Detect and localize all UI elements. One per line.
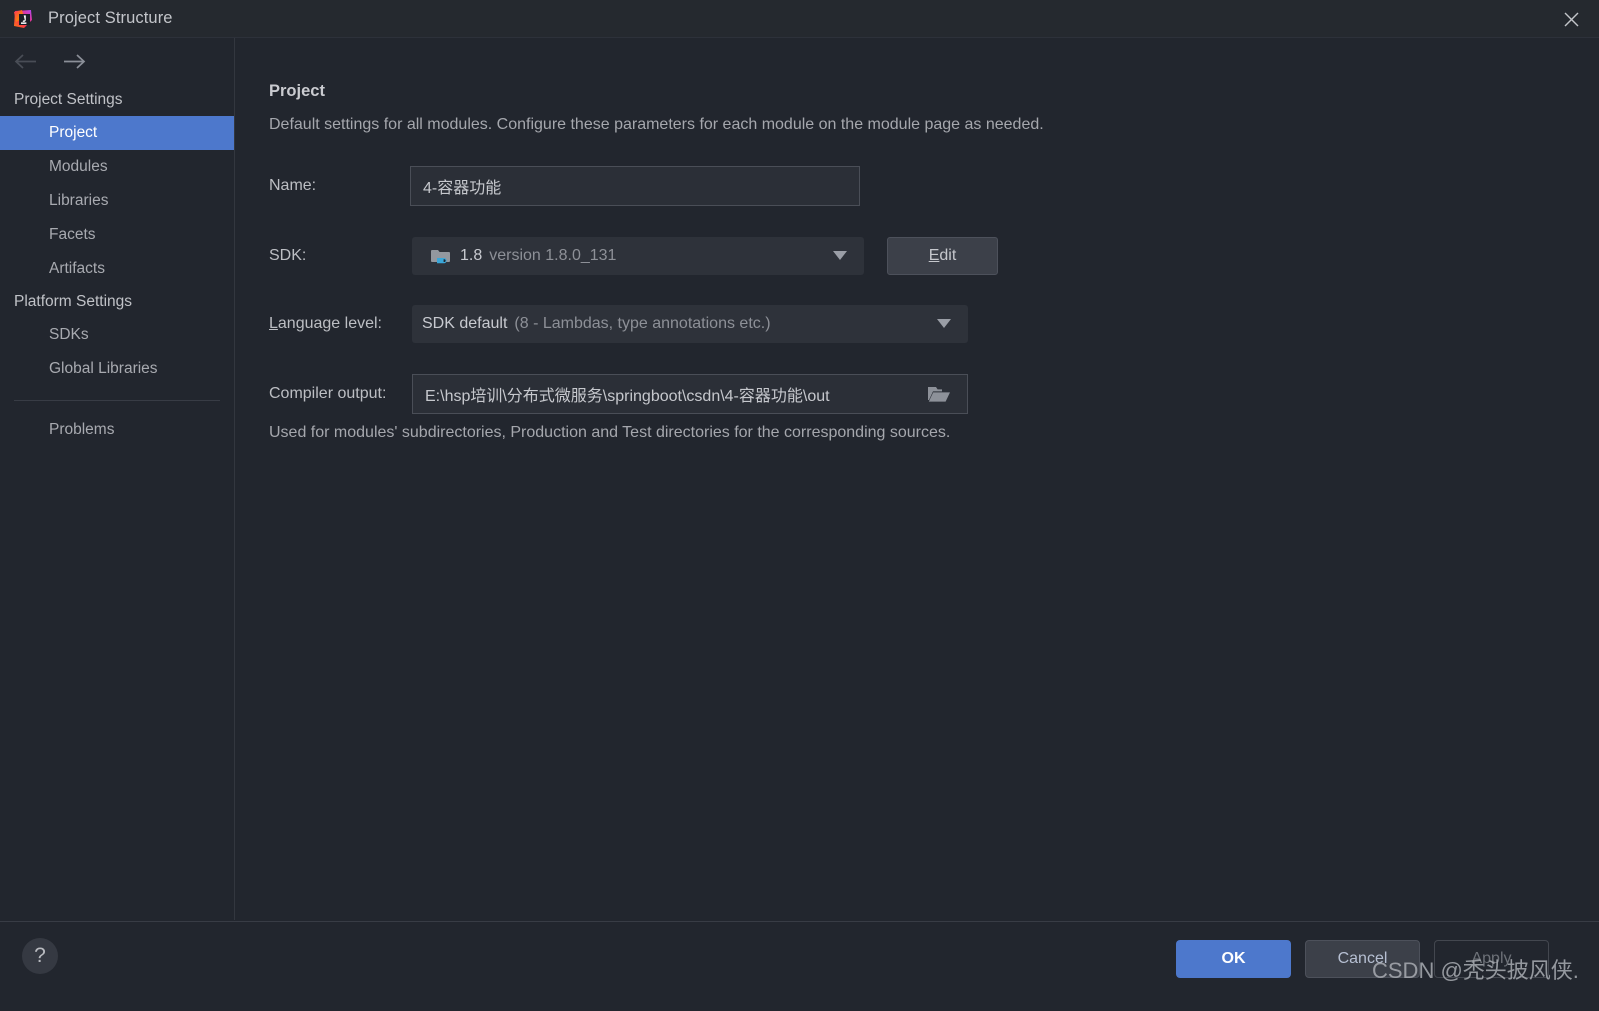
apply-button: Apply — [1434, 940, 1549, 978]
compiler-output-label: Compiler output: — [269, 385, 412, 403]
sidebar-item-problems[interactable]: Problems — [0, 413, 234, 447]
close-icon[interactable] — [1543, 0, 1599, 38]
sidebar-item-project[interactable]: Project — [0, 116, 234, 150]
main-panel: Project Default settings for all modules… — [236, 38, 1599, 920]
page-title: Project — [269, 82, 325, 101]
compiler-output-input[interactable]: E:\hsp培训\分布式微服务\springboot\csdn\4-容器功能\o… — [412, 374, 968, 414]
language-level-label: Language level: — [269, 315, 412, 333]
sdk-value-name: 1.8 — [460, 247, 482, 265]
sdk-label: SDK: — [269, 247, 412, 265]
language-level-combobox[interactable]: SDK default (8 - Lambdas, type annotatio… — [412, 305, 968, 343]
sidebar-item-libraries[interactable]: Libraries — [0, 184, 234, 218]
sidebar-item-sdks[interactable]: SDKs — [0, 318, 234, 352]
chevron-down-icon[interactable] — [833, 247, 847, 265]
sdk-combobox[interactable]: 1.8 version 1.8.0_131 — [412, 237, 864, 275]
edit-button-mnemonic: E — [929, 247, 940, 264]
sidebar-item-artifacts[interactable]: Artifacts — [0, 252, 234, 286]
sidebar: Project Settings Project Modules Librari… — [0, 38, 235, 920]
compiler-output-hint: Used for modules' subdirectories, Produc… — [269, 424, 950, 442]
folder-open-icon[interactable] — [912, 376, 966, 412]
compiler-output-value: E:\hsp培训\分布式微服务\springboot\csdn\4-容器功能\o… — [425, 382, 830, 406]
edit-button-label: dit — [939, 247, 956, 264]
language-level-value-sub: (8 - Lambdas, type annotations etc.) — [514, 315, 770, 333]
edit-sdk-button[interactable]: Edit — [887, 237, 998, 275]
chevron-down-icon[interactable] — [937, 315, 951, 333]
arrow-right-icon[interactable] — [60, 48, 88, 74]
sidebar-item-facets[interactable]: Facets — [0, 218, 234, 252]
name-row: Name: 4-容器功能 — [269, 166, 899, 206]
page-description: Default settings for all modules. Config… — [269, 116, 1044, 134]
question-mark-icon[interactable]: ? — [22, 938, 58, 974]
arrow-left-icon[interactable] — [12, 48, 40, 74]
language-level-label-rest: anguage level: — [278, 315, 382, 332]
title-bar: Project Structure — [0, 0, 1599, 38]
java-sdk-folder-icon — [431, 247, 451, 265]
sidebar-item-modules[interactable]: Modules — [0, 150, 234, 184]
sidebar-divider — [14, 400, 220, 401]
window-title: Project Structure — [48, 9, 173, 28]
intellij-idea-icon — [12, 8, 34, 30]
language-level-row: Language level: SDK default (8 - Lambdas… — [269, 304, 999, 344]
navigation-arrows — [0, 38, 234, 84]
sidebar-group-project-settings: Project Settings — [0, 84, 234, 116]
name-label: Name: — [269, 177, 410, 195]
cancel-button[interactable]: Cancel — [1305, 940, 1420, 978]
language-level-value-main: SDK default — [422, 315, 507, 333]
compiler-output-row: Compiler output: E:\hsp培训\分布式微服务\springb… — [269, 373, 999, 415]
dialog-footer: ? OK Cancel Apply — [0, 921, 1599, 1011]
sidebar-item-global-libraries[interactable]: Global Libraries — [0, 352, 234, 386]
ok-button[interactable]: OK — [1176, 940, 1291, 978]
sidebar-group-platform-settings: Platform Settings — [0, 286, 234, 318]
sdk-row: SDK: 1.8 version 1.8.0_131 Edit — [269, 236, 999, 276]
language-level-label-mnemonic: L — [269, 315, 278, 332]
sdk-value-version: version 1.8.0_131 — [489, 247, 616, 265]
name-input[interactable]: 4-容器功能 — [410, 166, 860, 206]
